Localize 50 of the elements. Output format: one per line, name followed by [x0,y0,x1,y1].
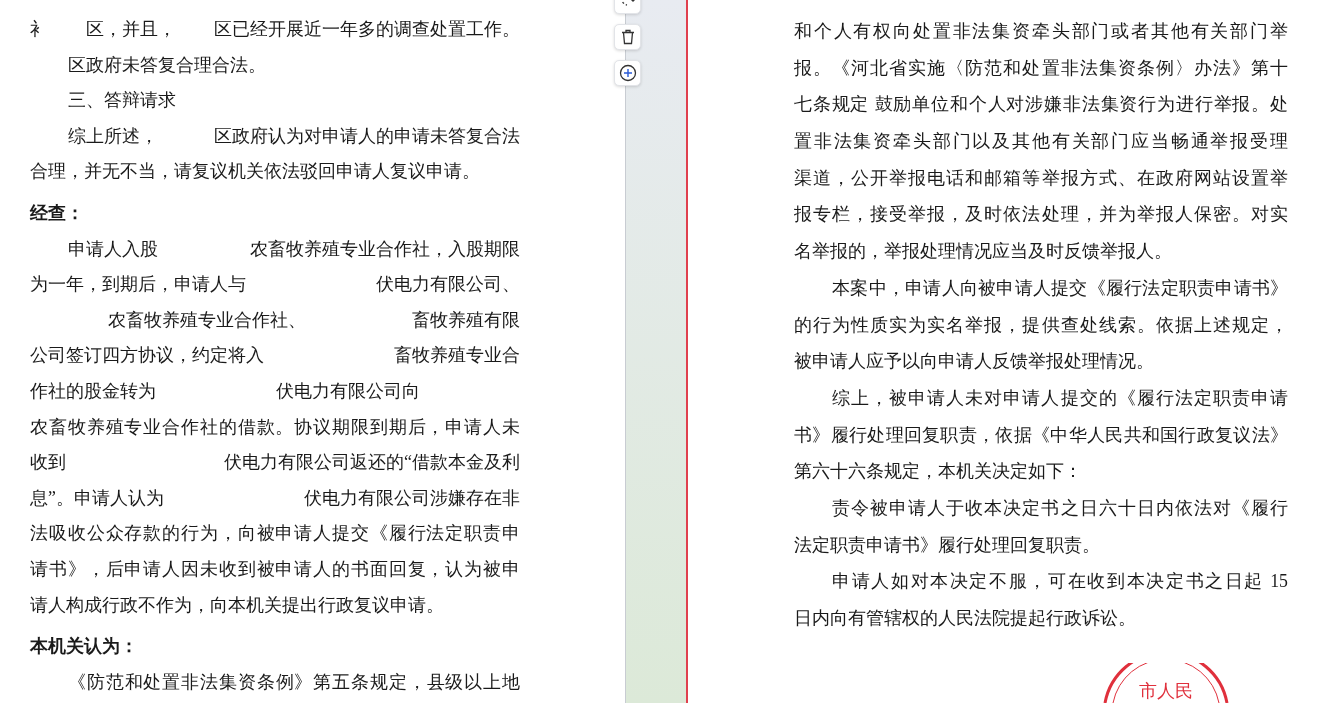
document-text: 区政府认为对申请人的申请未答复合法 [214,124,520,148]
document-text: 综上所述， [68,124,158,148]
delete-button[interactable] [614,24,641,50]
document-text: 区已经开展近一年多的调查处置工作。 [214,18,520,41]
document-text: 责令被申请人于收本决定书之日六十日内依法对《履行 [832,496,1288,520]
document-text: 置非法集资牵头部门以及其他有关部门应当畅通举报受理 [794,130,1288,154]
document-text: 的行为性质实为实名举报，提供查处线索。依据上述规定， [794,313,1288,337]
document-text: 区政府未答复合理合法。 [68,53,266,77]
seal-stamp-drawing: 市人民 [1101,663,1231,703]
document-text: 农畜牧养殖专业合作社、 [108,308,306,332]
document-text: 畜牧养殖专业合 [394,344,520,368]
document-text: 收到 [30,451,66,475]
document-text: 请书》，后申请人因未收到被申请人的书面回复，认为被申 [30,557,520,581]
document-text: 衤 [30,18,48,41]
document-text: 报专栏，接受举报，及时依法处理，并为举报人保密。对实 [794,203,1288,227]
document-text: 报。《河北省实施〈防范和处置非法集资条例〉办法》第十 [794,56,1288,80]
document-text: 息”。申请人认为 [30,486,164,510]
document-text: 申请人入股 [68,237,158,261]
document-text: 被申请人应予以向申请人反馈举报处理情况。 [794,350,1154,374]
document-text: 伏电力有限公司向 [276,379,420,403]
document-text: 日内向有管辖权的人民法院提起行政诉讼。 [794,607,1136,630]
document-text: 本案中，申请人向被申请人提交《履行法定职责申请书》 [832,276,1288,300]
document-text: 第六十六条规定，本机关决定如下： [794,460,1082,484]
document-text: 法吸收公众存款的行为，向被申请人提交《履行法定职责申 [30,522,520,546]
document-text: 伏电力有限公司、 [376,273,520,297]
document-text: 农畜牧养殖专业合作社，入股期限 [250,237,520,261]
document-text: 为一年，到期后，申请人与 [30,273,246,297]
document-text: 三、答辩请求 [68,89,176,113]
document-text: 请人构成行政不作为，向本机关提出行政复议申请。 [30,593,444,617]
document-text: 综上，被申请人未对申请人提交的《履行法定职责申请 [832,386,1288,410]
document-text: 农畜牧养殖专业合作社的借款。协议期限到期后，申请人未 [30,415,520,439]
document-text: 《防范和处置非法集资条例》第五条规定，县级以上地 [68,670,520,694]
document-text: 伏电力有限公司返还的“借款本金及利 [224,451,520,475]
document-text: 七条规定 鼓励单位和个人对涉嫌非法集资行为进行举报。处 [794,93,1288,117]
document-text: 申请人如对本决定不服，可在收到本决定书之日起 15 [832,570,1288,594]
document-text: 法定职责申请书》履行处理回复职责。 [794,533,1100,557]
document-text: 公司签订四方协议，约定将入 [30,344,264,368]
document-text: 合理，并无不当，请复议机关依法驳回申请人复议申请。 [30,160,480,184]
document-text: 名举报的，举报处理情况应当及时反馈举报人。 [794,240,1172,264]
document-text: 和个人有权向处置非法集资牵头部门或者其他有关部门举 [794,20,1288,43]
document-text: 伏电力有限公司涉嫌存在非 [304,486,520,510]
document-text: 作社的股金转为 [30,379,156,403]
document-text: 经查： [30,201,84,225]
document-text: 区，并且， [86,18,176,41]
document-text: 畜牧养殖有限 [412,308,520,332]
plus-circle-icon [618,64,637,82]
document-text: 渠道，公开举报电话和邮箱等举报方式、在政府网站设置举 [794,166,1288,190]
document-text: 本机关认为： [30,635,138,659]
document-text: 书》履行处理回复职责，依据《中华人民共和国行政复议法》 [794,423,1288,447]
add-button[interactable] [614,60,641,86]
